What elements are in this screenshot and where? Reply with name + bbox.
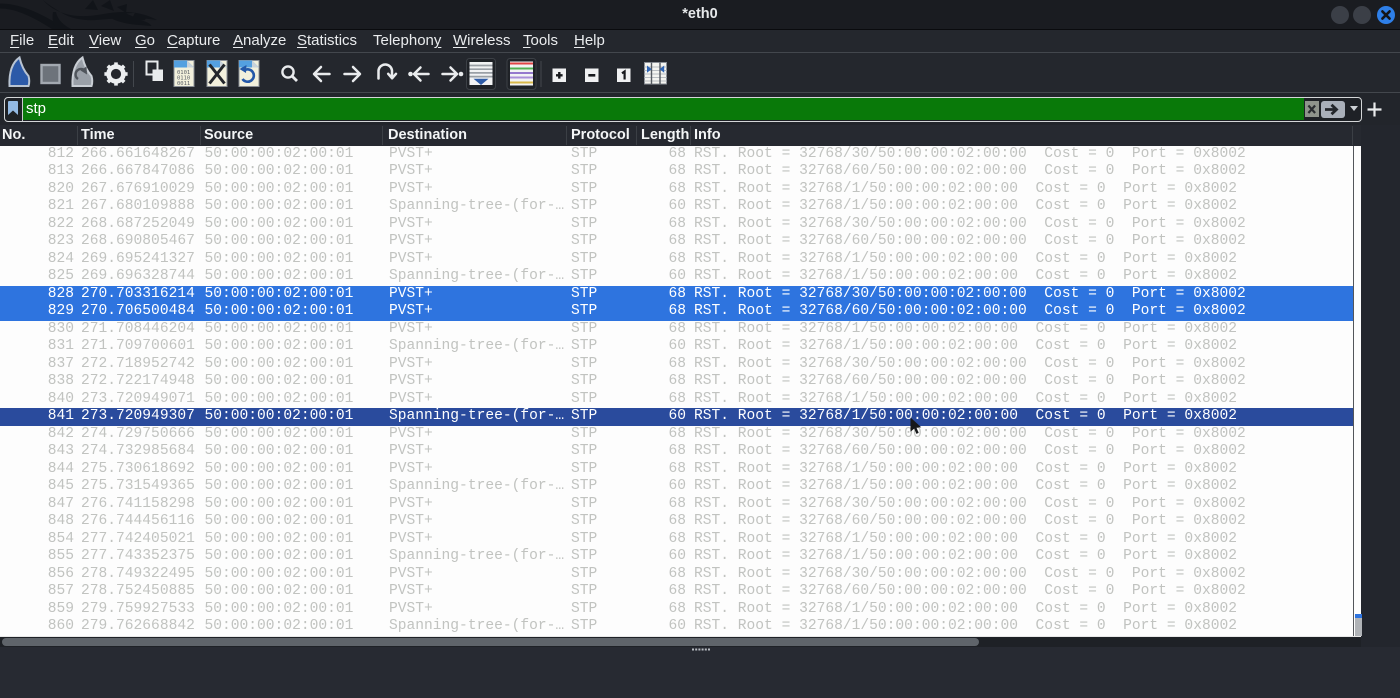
svg-text:0011: 0011: [177, 81, 190, 87]
